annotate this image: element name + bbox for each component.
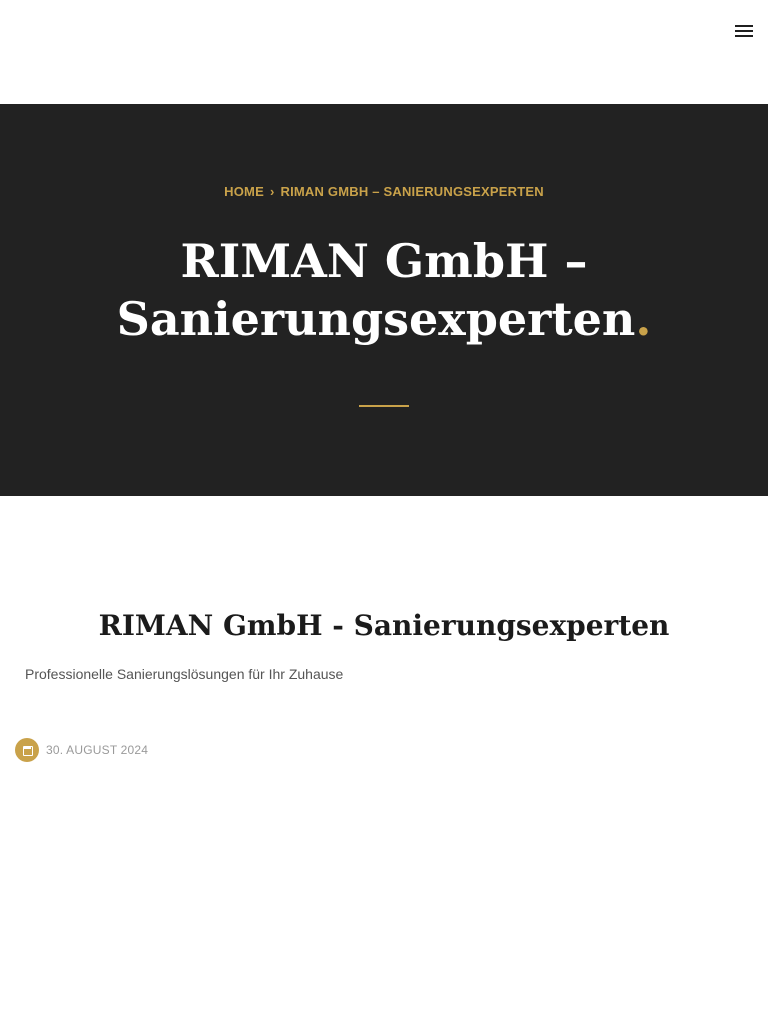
post-title: RIMAN GmbH - Sanierungsexperten — [98, 609, 670, 642]
hamburger-menu-icon[interactable] — [733, 22, 755, 40]
post-subtitle: Professionelle Sanierungslösungen für Ih… — [25, 666, 344, 682]
post-meta: 30. AUGUST 2024 — [15, 738, 148, 762]
top-bar — [0, 0, 768, 104]
breadcrumb-home-link[interactable]: HOME — [224, 184, 264, 199]
breadcrumb-separator: › — [269, 184, 275, 199]
menu-bar-line — [735, 30, 753, 32]
menu-bar-line — [735, 35, 753, 37]
breadcrumb-current: RIMAN GMBH – SANIERUNGSEXPERTEN — [280, 184, 544, 199]
breadcrumb: HOME › RIMAN GMBH – SANIERUNGSEXPERTEN — [0, 184, 768, 199]
page-title-accent-dot: . — [635, 292, 652, 346]
calendar-icon — [15, 738, 39, 762]
menu-bar-line — [735, 25, 753, 27]
page-hero: HOME › RIMAN GMBH – SANIERUNGSEXPERTEN RIM… — [0, 104, 768, 496]
page-title-text: RIMAN GmbH – Sanierungsexperten — [116, 234, 636, 346]
page-title: RIMAN GmbH – Sanierungsexperten. — [40, 232, 728, 348]
post-date[interactable]: 30. AUGUST 2024 — [46, 743, 148, 757]
title-divider — [359, 405, 409, 407]
